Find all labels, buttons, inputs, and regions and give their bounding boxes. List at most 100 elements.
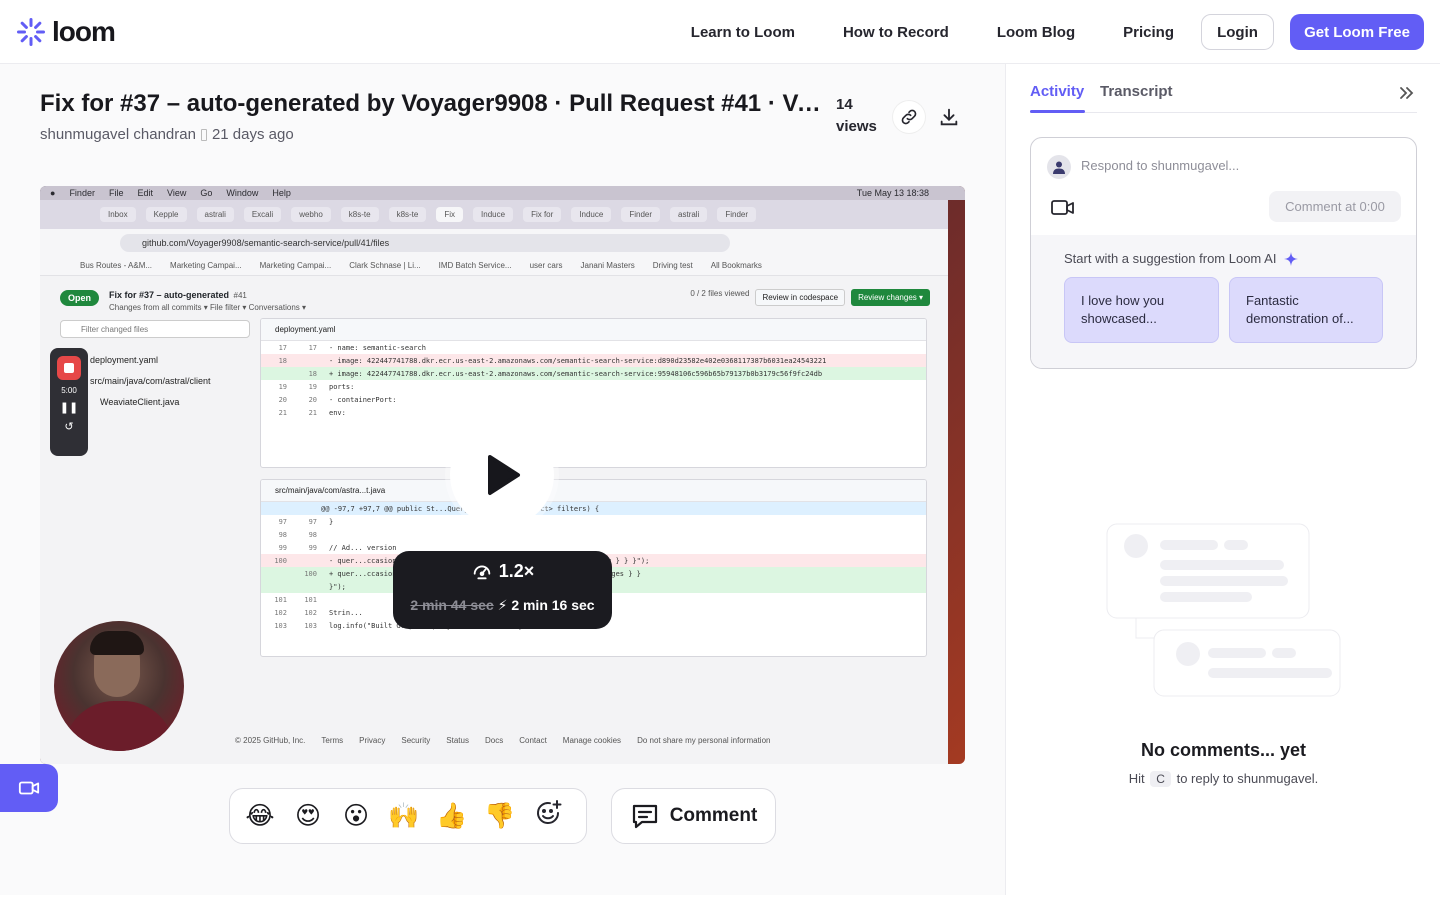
bookmark: user cars (529, 261, 563, 270)
browser-tab: Finder (717, 207, 757, 222)
lightning-icon: ⚡ (497, 597, 512, 613)
old-line-number: 21 (278, 408, 287, 417)
reaction-heart-eyes[interactable]: 😍 (292, 801, 324, 831)
copy-link-button[interactable] (893, 101, 925, 133)
reaction-raised-hands[interactable]: 🙌 (388, 802, 420, 831)
code-text: - containerPort: (329, 395, 397, 404)
old-line-number: 20 (278, 395, 287, 404)
webcam-hair (90, 631, 144, 655)
speed-indicator[interactable]: 1.2× 2 min 44 sec ⚡ 2 min 16 sec (393, 551, 612, 629)
bookmark: Marketing Campai... (259, 261, 332, 270)
add-emoji-icon (537, 799, 562, 824)
video-age: 21 days ago (211, 126, 294, 143)
old-line-number: 101 (274, 595, 287, 604)
nav-learn-to-loom[interactable]: Learn to Loom (691, 24, 795, 41)
collapse-sidebar-button[interactable] (1398, 84, 1416, 107)
tabs-divider (1030, 112, 1417, 113)
menu-window: Window (226, 188, 259, 198)
tab-transcript[interactable]: Transcript (1100, 83, 1173, 100)
new-line-number: 20 (308, 395, 317, 404)
footer-link: © 2025 GitHub, Inc. (235, 736, 306, 745)
pr-actions: 0 / 2 files viewed Review in codespace R… (690, 289, 930, 306)
browser-tab: Kepple (145, 207, 187, 222)
diff-file-name: src/main/java/com/astra...t.java (275, 486, 386, 495)
play-button[interactable] (445, 418, 559, 532)
diff-file-header: deployment.yaml (261, 319, 926, 341)
comment-composer: Respond to shunmugavel... Comment at 0:0… (1030, 137, 1417, 369)
video-meta: shunmugavel chandran 21 days ago (40, 126, 294, 143)
apple-icon: ● (50, 188, 56, 198)
video-title: Fix for #37 – auto-generated by Voyager9… (40, 90, 830, 117)
logo-wordmark: loom (52, 16, 116, 47)
play-icon (488, 455, 520, 495)
suggestion-chip[interactable]: I love how you showcased... (1064, 277, 1219, 343)
old-line-number: 98 (278, 530, 287, 539)
code-text: env: (329, 408, 346, 417)
restart-icon: ↺ (64, 421, 74, 433)
nav-how-to-record[interactable]: How to Record (843, 24, 949, 41)
review-changes-button: Review changes ▾ (851, 289, 930, 306)
webcam-bubble (54, 621, 184, 751)
original-duration: 2 min 44 sec (410, 597, 494, 613)
get-loom-free-button[interactable]: Get Loom Free (1290, 14, 1424, 50)
file-tree-item: WeaviateClient.java (100, 397, 180, 407)
bookmark: Marketing Campai... (170, 261, 242, 270)
menu-edit: Edit (137, 188, 153, 198)
code-text: Strin... (329, 608, 363, 617)
new-line-number: 98 (308, 530, 317, 539)
loom-logo[interactable]: loom (16, 16, 116, 48)
nav-loom-blog[interactable]: Loom Blog (997, 24, 1075, 41)
download-button[interactable] (933, 101, 965, 133)
nav-pricing[interactable]: Pricing (1123, 24, 1174, 41)
code-text: } (329, 517, 334, 526)
comment-input[interactable]: Respond to shunmugavel... (1081, 158, 1239, 173)
browser-tab: astrali (670, 207, 708, 222)
footer-link: Terms (321, 736, 344, 745)
diff-line: 20 20 - containerPort: (261, 393, 926, 406)
comment-button[interactable]: Comment (611, 788, 776, 844)
link-icon (901, 109, 917, 125)
suggestion-chip[interactable]: Fantastic demonstration of... (1229, 277, 1383, 343)
browser-tab: Fix for (523, 207, 562, 222)
footer-link: Docs (484, 736, 504, 745)
empty-state-title: No comments... yet (1140, 740, 1307, 760)
add-reaction-button[interactable] (532, 798, 564, 835)
menu-help: Help (272, 188, 291, 198)
old-line-number: 103 (274, 621, 287, 630)
reaction-thumbs-down[interactable]: 👎 (484, 802, 516, 831)
video-player[interactable]: ● Finder File Edit View Go Window Help T… (40, 186, 965, 764)
diff-deployment-yaml: deployment.yaml 17 17 - name: semantic-se… (260, 318, 927, 468)
old-line-number: 99 (278, 543, 287, 552)
record-reply-button[interactable] (1051, 198, 1075, 223)
reaction-thumbs-up[interactable]: 👍 (436, 802, 468, 831)
ai-suggestion-label: Start with a suggestion from Loom AI (1064, 251, 1299, 266)
login-button[interactable]: Login (1201, 14, 1274, 50)
reaction-laughing[interactable]: 😂 (244, 801, 276, 831)
speed-row: 1.2× (393, 557, 612, 585)
comment-at-button[interactable]: Comment at 0:00 (1269, 191, 1401, 222)
tab-activity[interactable]: Activity (1030, 83, 1084, 100)
file-tree: deployment.yaml src/main/java/com/astral… (90, 350, 211, 413)
recording-controls: 5:00 ❚❚ ↺ (50, 348, 88, 456)
user-avatar (1047, 155, 1071, 179)
old-line-number: 19 (278, 382, 287, 391)
filter-files-input: Filter changed files (60, 320, 250, 338)
reaction-surprised[interactable]: 😮 (340, 801, 372, 831)
main-content: Fix for #37 – auto-generated by Voyager9… (0, 64, 1005, 895)
diff-lines: 17 17 - name: semantic-search 18 - image: 4… (261, 341, 926, 419)
stop-record-icon (57, 356, 81, 380)
bookmark: Clark Schnase | Li... (349, 261, 421, 270)
diff-line: 97 97 } (261, 515, 926, 528)
play-button-inner (450, 423, 554, 527)
old-line-number: 100 (274, 556, 287, 565)
record-floating-button[interactable] (0, 764, 58, 812)
old-line-number: 18 (278, 356, 287, 365)
diff-line: 19 19 ports: (261, 380, 926, 393)
review-codespace-button: Review in codespace (755, 289, 846, 306)
footer-link: Status (446, 736, 469, 745)
new-line-number: 19 (308, 382, 317, 391)
menu-go: Go (200, 188, 213, 198)
view-count: 14 views (836, 94, 884, 138)
author-name[interactable]: shunmugavel chandran (40, 126, 196, 143)
duration-row: 2 min 44 sec ⚡ 2 min 16 sec (393, 597, 612, 614)
